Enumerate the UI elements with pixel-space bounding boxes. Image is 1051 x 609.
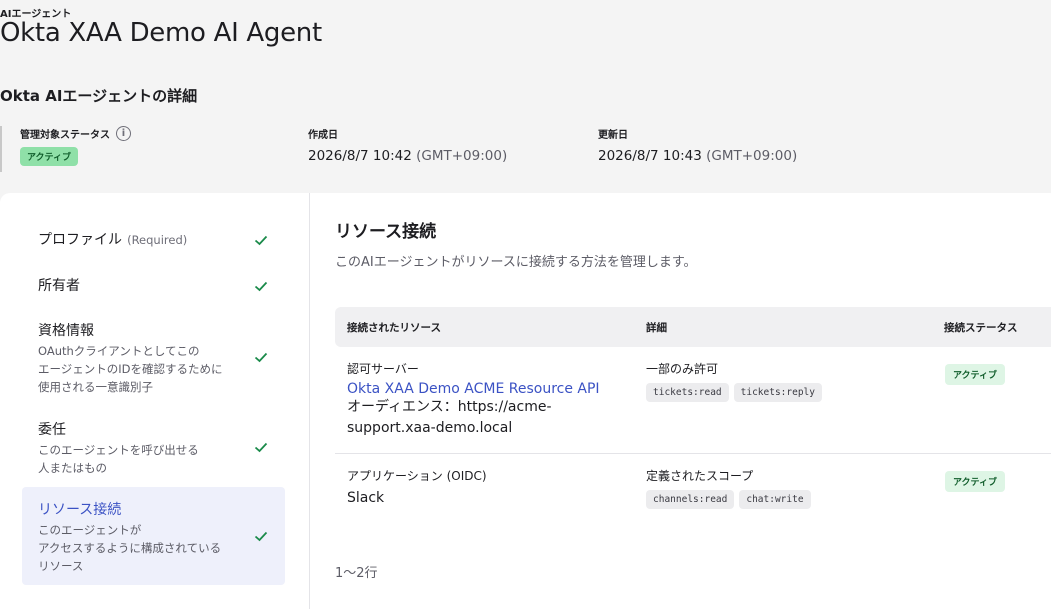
row-count: 1〜2行 (335, 566, 378, 581)
created-timezone: (GMT+09:00) (416, 148, 508, 164)
info-icon[interactable]: i (116, 126, 131, 141)
nav-item-label: リソース接続 (38, 502, 122, 518)
nav-item-description: このエージェントが アクセスするように構成されている リソース (38, 523, 222, 573)
updated-timezone: (GMT+09:00) (706, 148, 798, 164)
table-row: アプリケーション (OIDC) Slack 定義されたスコープ channels… (335, 454, 1051, 516)
sidebar-nav: プロファイル (Required) 所有者 資格情報 OAuthクライアントとし… (0, 193, 310, 609)
nav-item-label: 委任 (38, 422, 66, 438)
status-badge: アクティブ (20, 147, 79, 166)
updated-value: 2026/8/7 10:43 (598, 148, 702, 164)
updated-date: 更新日 2026/8/7 10:43 (GMT+09:00) (598, 126, 797, 164)
managed-status-label: 管理対象ステータス (20, 130, 110, 141)
status-badge: アクティブ (945, 471, 1006, 492)
resource-cell: 認可サーバー Okta XAA Demo ACME Resource API オ… (347, 360, 600, 439)
nav-item-label: プロファイル (38, 232, 122, 248)
nav-item-delegation[interactable]: 委任 このエージェントを呼び出せる 人またはもの (22, 419, 285, 477)
required-tag: (Required) (127, 233, 188, 247)
check-icon (254, 281, 268, 292)
scope-chip: chat:write (739, 490, 811, 509)
nav-item-description: このエージェントを呼び出せる 人またはもの (38, 443, 199, 475)
status-cell: アクティブ (945, 363, 1006, 385)
column-header-resource[interactable]: 接続されたリソース (347, 320, 441, 335)
table-header: 接続されたリソース 詳細 接続ステータス (335, 307, 1051, 347)
page-title: Okta XAA Demo AI Agent (0, 18, 322, 48)
check-icon (254, 442, 268, 453)
detail-title: 定義されたスコープ (646, 469, 754, 483)
details-cell: 定義されたスコープ channels:read chat:write (646, 467, 811, 509)
check-icon (254, 352, 268, 363)
resource-name: Slack (347, 490, 385, 506)
nav-item-credentials[interactable]: 資格情報 OAuthクライアントとしてこの エージェントのIDを確認するために … (22, 320, 285, 396)
nav-item-description: OAuthクライアントとしてこの エージェントのIDを確認するために 使用される… (38, 344, 223, 394)
updated-label: 更新日 (598, 130, 628, 141)
created-label: 作成日 (308, 130, 338, 141)
scope-chip: channels:read (646, 490, 735, 509)
created-value: 2026/8/7 10:42 (308, 148, 412, 164)
column-header-details[interactable]: 詳細 (646, 320, 667, 335)
managed-status: 管理対象ステータス i アクティブ (0, 126, 131, 172)
check-icon (254, 531, 268, 542)
status-badge: アクティブ (945, 364, 1006, 385)
scope-chip: tickets:read (646, 383, 729, 402)
resource-link[interactable]: Okta XAA Demo ACME Resource API (347, 381, 600, 397)
resource-type: 認可サーバー (347, 362, 419, 376)
table-row: 認可サーバー Okta XAA Demo ACME Resource API オ… (335, 347, 1051, 454)
status-cell: アクティブ (945, 470, 1006, 492)
section-title: Okta AIエージェントの詳細 (0, 87, 198, 105)
resource-cell: アプリケーション (OIDC) Slack (347, 467, 487, 509)
nav-item-owner[interactable]: 所有者 (22, 275, 285, 297)
details-cell: 一部のみ許可 tickets:read tickets:reply (646, 360, 822, 402)
detail-title: 一部のみ許可 (646, 362, 719, 376)
resource-type: アプリケーション (OIDC) (347, 469, 487, 483)
nav-item-resource-connections[interactable]: リソース接続 このエージェントが アクセスするように構成されている リソース (22, 487, 285, 585)
check-icon (254, 235, 268, 246)
nav-item-label: 所有者 (38, 278, 80, 294)
nav-item-profile[interactable]: プロファイル (Required) (22, 229, 285, 251)
column-header-status[interactable]: 接続ステータス (944, 320, 1018, 335)
scope-chip: tickets:reply (733, 383, 822, 402)
nav-item-label: 資格情報 (38, 323, 94, 339)
details-card: プロファイル (Required) 所有者 資格情報 OAuthクライアントとし… (0, 193, 1051, 609)
connections-table: 接続されたリソース 詳細 接続ステータス 認可サーバー Okta XAA Dem… (335, 307, 1051, 516)
panel-subtitle: このAIエージェントがリソースに接続する方法を管理します。 (335, 255, 697, 270)
panel-title: リソース接続 (335, 222, 437, 242)
created-date: 作成日 2026/8/7 10:42 (GMT+09:00) (308, 126, 507, 164)
audience-text: オーディエンス：https://acme- support.xaa-demo.l… (347, 399, 552, 436)
